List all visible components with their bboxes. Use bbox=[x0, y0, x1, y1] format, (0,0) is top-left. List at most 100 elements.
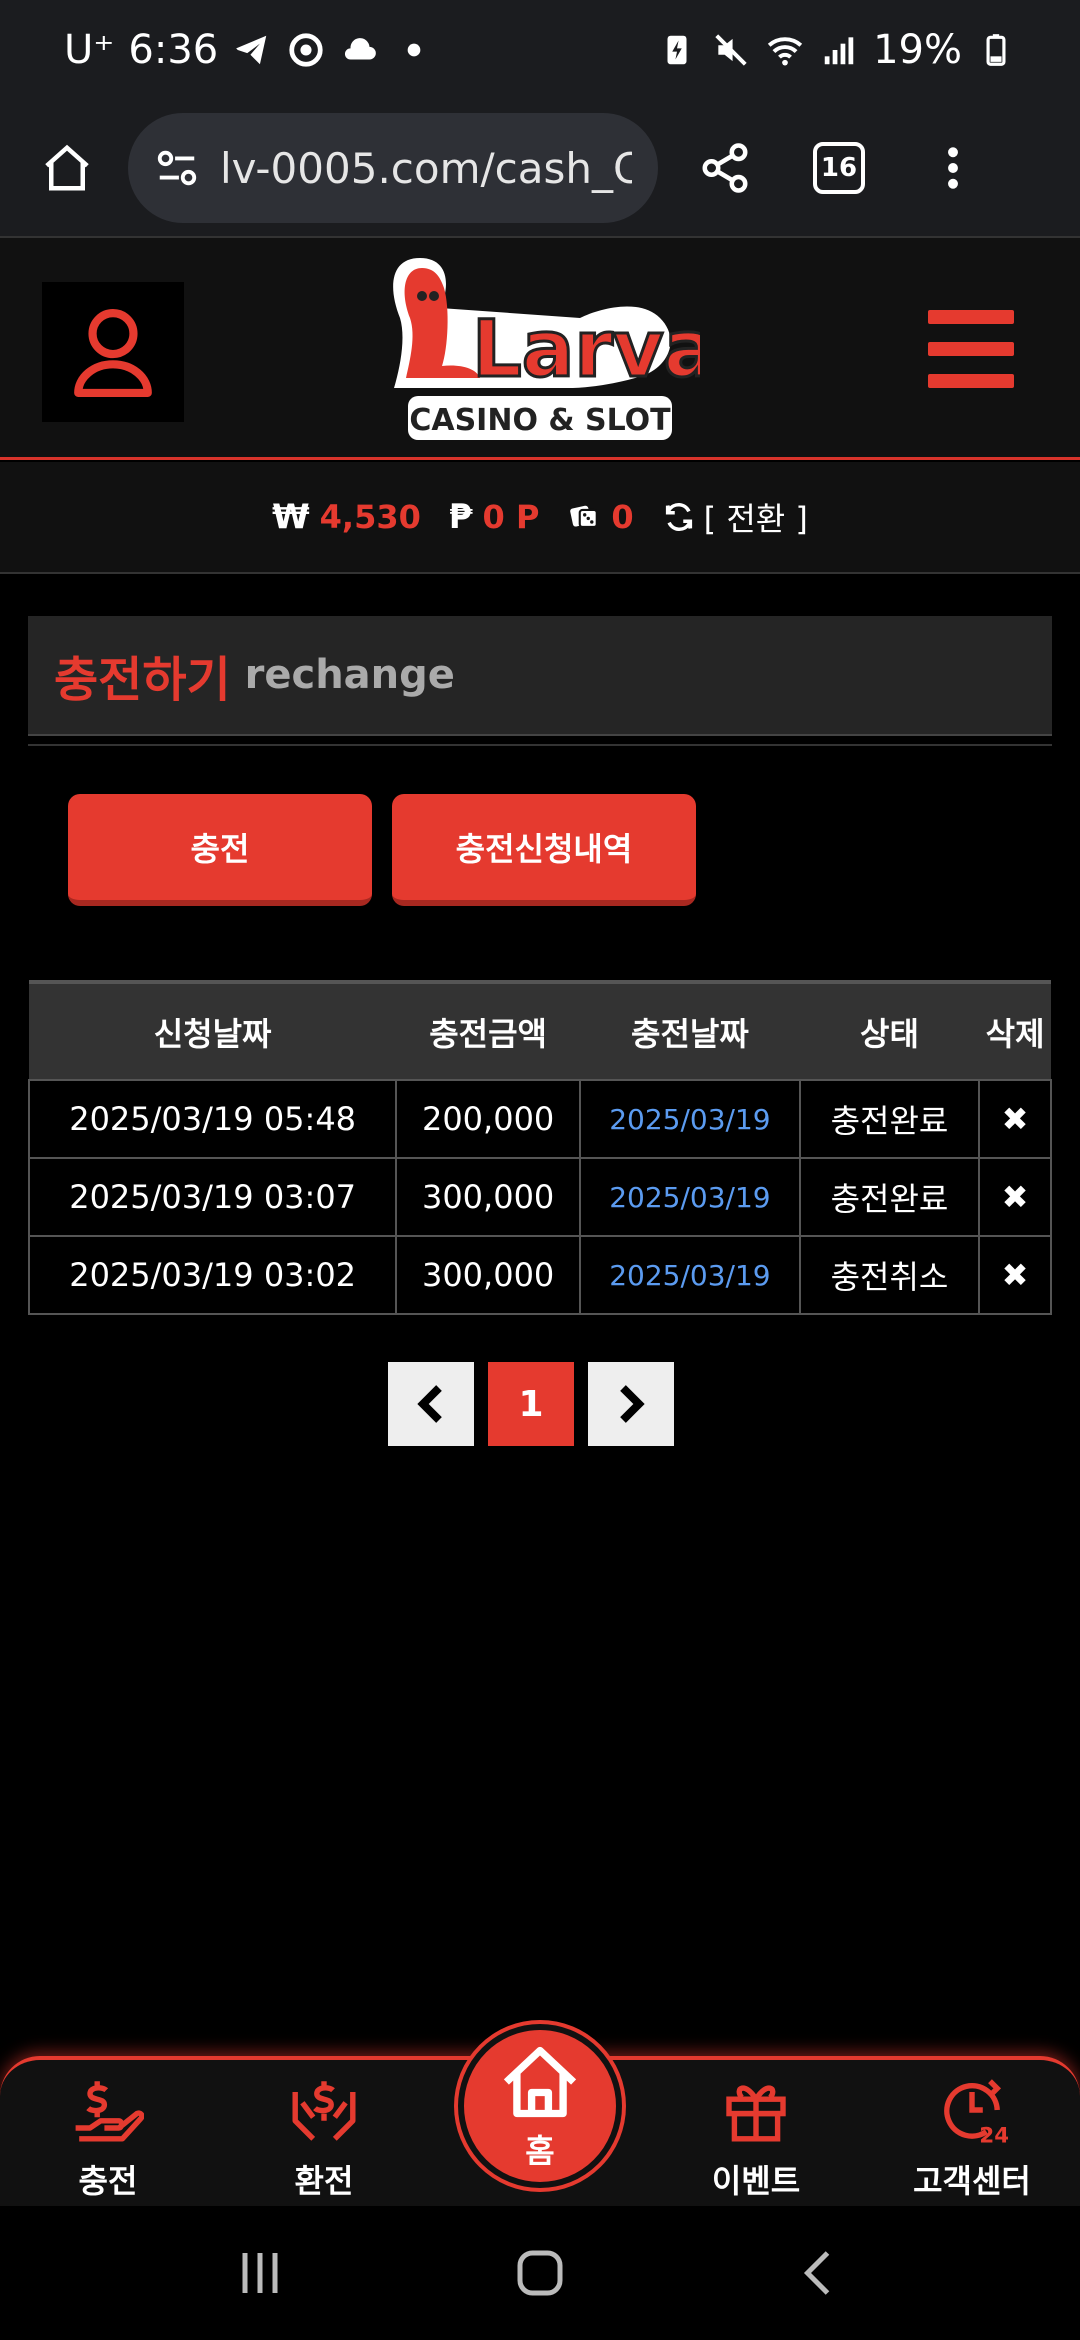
home-nav-icon[interactable] bbox=[510, 2243, 570, 2303]
won-icon: ₩ bbox=[272, 497, 310, 537]
mute-icon bbox=[711, 30, 751, 70]
share-button[interactable] bbox=[688, 131, 762, 205]
header-amount: 충전금액 bbox=[396, 980, 581, 1080]
telegram-icon bbox=[232, 30, 272, 70]
status-bar: U⁺ 6:36 19% bbox=[0, 0, 1080, 100]
point-icon: ₱ bbox=[448, 497, 473, 537]
nav-event[interactable]: 이벤트 bbox=[676, 2074, 836, 2202]
hamburger-line bbox=[928, 342, 1014, 356]
charge-date-cell: 2025/03/19 bbox=[579, 1235, 801, 1315]
amount-cell: 300,000 bbox=[395, 1157, 582, 1237]
carrier-label: U⁺ bbox=[64, 27, 115, 73]
clock: 6:36 bbox=[128, 27, 219, 73]
battery-percent: 19% bbox=[873, 27, 962, 73]
table-header-row: 신청날짜 충전금액 충전날짜 상태 삭제 bbox=[29, 980, 1051, 1080]
chevron-left-icon bbox=[417, 1385, 442, 1423]
wifi-icon bbox=[765, 30, 805, 70]
balance-bar: ₩ 4,530 ₱ 0 P 0 [ 전환 ] bbox=[0, 462, 1080, 574]
delete-button[interactable]: ✖ bbox=[978, 1157, 1052, 1237]
charge-history-table: 신청날짜 충전금액 충전날짜 상태 삭제 2025/03/19 05:48 20… bbox=[27, 980, 1052, 1315]
address-bar[interactable]: lv-0005.com/cash_C bbox=[128, 113, 658, 223]
page-title: 충전하기 rechange bbox=[28, 616, 1052, 736]
nav-charge[interactable]: 충전 bbox=[28, 2074, 188, 2202]
recent-apps-icon[interactable] bbox=[230, 2243, 290, 2303]
support-24-icon: 24 bbox=[944, 2079, 1008, 2146]
gift-icon bbox=[726, 2085, 786, 2142]
battery-saver-icon bbox=[657, 30, 697, 70]
hamburger-line bbox=[928, 374, 1014, 388]
withdraw-icon bbox=[292, 2081, 356, 2141]
chevron-right-icon bbox=[620, 1385, 645, 1423]
nav-exchange-label: 환전 bbox=[294, 2162, 354, 2200]
delete-button[interactable]: ✖ bbox=[978, 1079, 1052, 1159]
hamburger-line bbox=[928, 310, 1014, 324]
user-icon bbox=[74, 309, 152, 397]
cloud-icon bbox=[340, 30, 380, 70]
share-icon bbox=[702, 143, 748, 193]
nav-exchange[interactable]: 환전 bbox=[244, 2074, 404, 2202]
signal-icon bbox=[819, 30, 859, 70]
table-row: 2025/03/19 05:48 200,000 2025/03/19 충전완료… bbox=[27, 1079, 1052, 1159]
site-logo[interactable]: Larva CASINO & SLOT bbox=[380, 248, 718, 448]
status-cell: 충전취소 bbox=[798, 1235, 981, 1315]
convert-button[interactable]: [ 전환 ] bbox=[662, 494, 808, 540]
browser-menu-button[interactable] bbox=[916, 131, 990, 205]
home-browser-button[interactable] bbox=[30, 131, 104, 205]
chrome-icon bbox=[286, 30, 326, 70]
charge-date-cell: 2025/03/19 bbox=[579, 1079, 801, 1159]
point-value: 0 P bbox=[482, 498, 540, 536]
nav-support[interactable]: 24 고객센터 bbox=[892, 2074, 1052, 2202]
amount-cell: 300,000 bbox=[395, 1235, 582, 1315]
site-header: Larva CASINO & SLOT bbox=[0, 238, 1080, 460]
header-status: 상태 bbox=[799, 980, 980, 1080]
nav-home[interactable]: 홈 bbox=[458, 2024, 622, 2188]
browser-toolbar: lv-0005.com/cash_C 16 bbox=[0, 100, 1080, 238]
nav-event-label: 이벤트 bbox=[711, 2162, 801, 2200]
header-request-date: 신청날짜 bbox=[29, 980, 397, 1080]
nav-charge-label: 충전 bbox=[78, 2162, 138, 2200]
battery-icon bbox=[976, 30, 1016, 70]
tab-count: 16 bbox=[813, 142, 865, 194]
dice-value: 0 bbox=[611, 498, 634, 536]
point-balance: ₱ 0 P bbox=[449, 497, 540, 537]
tabs-button[interactable]: 16 bbox=[802, 131, 876, 205]
delete-button[interactable]: ✖ bbox=[978, 1235, 1052, 1315]
dice-balance: 0 bbox=[567, 498, 634, 536]
cash-balance: ₩ 4,530 bbox=[272, 497, 421, 537]
url-text: lv-0005.com/cash_C bbox=[220, 143, 632, 193]
header-delete: 삭제 bbox=[979, 980, 1051, 1080]
user-button[interactable] bbox=[42, 282, 184, 422]
action-buttons: 충전 충전신청내역 bbox=[68, 794, 696, 906]
request-date-cell: 2025/03/19 03:07 bbox=[27, 1157, 398, 1237]
table-row: 2025/03/19 03:02 300,000 2025/03/19 충전취소… bbox=[27, 1235, 1052, 1315]
svg-text:24: 24 bbox=[979, 2123, 1008, 2146]
charge-button[interactable]: 충전 bbox=[68, 794, 372, 906]
hamburger-menu-button[interactable] bbox=[928, 310, 1014, 388]
dice-icon bbox=[570, 505, 599, 528]
request-date-cell: 2025/03/19 05:48 bbox=[27, 1079, 398, 1159]
nav-support-label: 고객센터 bbox=[913, 2162, 1031, 2200]
status-cell: 충전완료 bbox=[798, 1157, 981, 1237]
divider bbox=[28, 744, 1052, 746]
dot-icon bbox=[394, 30, 434, 70]
site-settings-icon[interactable] bbox=[154, 145, 200, 191]
more-vert-icon bbox=[948, 147, 958, 189]
deposit-icon bbox=[75, 2081, 144, 2142]
refresh-icon bbox=[665, 502, 692, 532]
page-title-en: rechange bbox=[244, 652, 455, 698]
prev-page-button[interactable] bbox=[388, 1362, 474, 1446]
amount-cell: 200,000 bbox=[395, 1079, 582, 1159]
logo-word: Larva bbox=[472, 305, 700, 395]
page-number-current[interactable]: 1 bbox=[488, 1362, 574, 1446]
next-page-button[interactable] bbox=[588, 1362, 674, 1446]
home-icon bbox=[503, 2046, 577, 2118]
system-nav-bar bbox=[0, 2206, 1080, 2340]
nav-home-label: 홈 bbox=[525, 2132, 555, 2170]
header-charge-date: 충전날짜 bbox=[580, 980, 800, 1080]
pagination: 1 bbox=[388, 1362, 674, 1446]
logo-tagline: CASINO & SLOT bbox=[409, 403, 671, 438]
charge-history-button[interactable]: 충전신청내역 bbox=[392, 794, 696, 906]
home-icon bbox=[45, 144, 89, 191]
status-cell: 충전완료 bbox=[798, 1079, 981, 1159]
back-icon[interactable] bbox=[790, 2243, 850, 2303]
